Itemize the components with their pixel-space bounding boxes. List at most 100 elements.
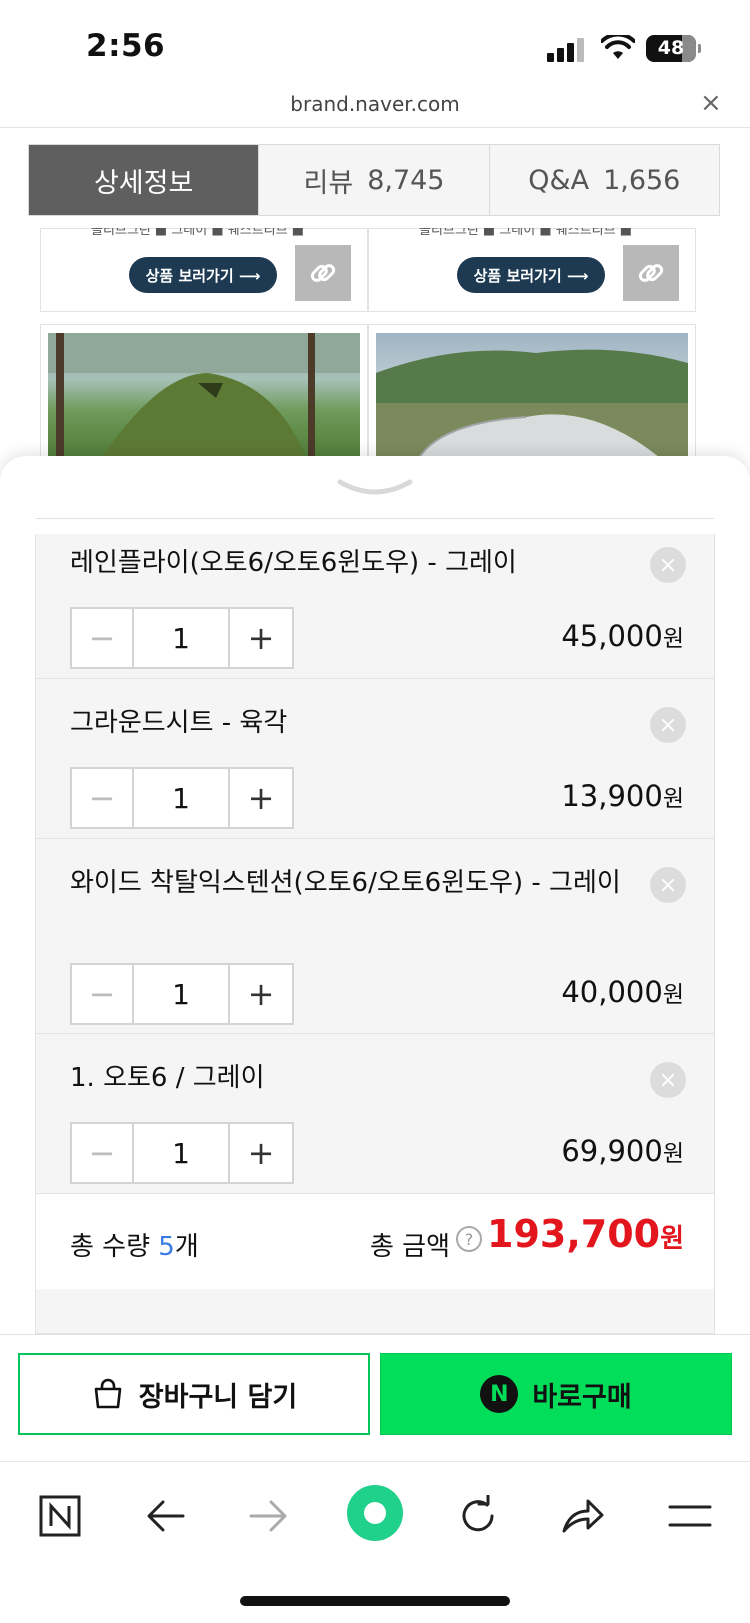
close-icon[interactable]: × (700, 88, 722, 118)
quantity-value[interactable]: 1 (134, 769, 230, 827)
link-icon (310, 264, 336, 282)
quantity-value[interactable]: 1 (134, 1124, 230, 1182)
option-item: 1. 오토6 / 그레이 × − 1 + 69,900원 (36, 1033, 714, 1193)
product-card: 올리브그린 ■ 그레이 ■ 웨스트리브 ■ 상품 보러가기 ⟶ (368, 228, 696, 312)
total-amount-value: 193,700 (487, 1212, 661, 1256)
increase-button[interactable]: + (230, 965, 292, 1023)
total-amount-label: 총 금액 (370, 1232, 451, 1262)
currency-unit: 원 (662, 626, 684, 652)
url-text[interactable]: brand.naver.com (0, 92, 750, 116)
color-legend: 올리브그린 ■ 그레이 ■ 웨스트리브 ■ (91, 228, 304, 238)
currency-unit: 원 (662, 982, 684, 1008)
total-amount: 193,700원 (487, 1212, 684, 1256)
decrease-button[interactable]: − (72, 965, 134, 1023)
buy-now-button[interactable]: N 바로구매 (380, 1353, 732, 1435)
add-to-cart-label: 장바구니 담기 (138, 1381, 298, 1413)
price-value: 13,900 (561, 779, 663, 813)
remove-option-button[interactable]: × (650, 547, 686, 583)
quantity-stepper: − 1 + (70, 767, 294, 829)
decrease-button[interactable]: − (72, 1124, 134, 1182)
price-value: 45,000 (561, 619, 663, 653)
green-dot-icon[interactable] (346, 1484, 404, 1542)
total-quantity-unit: 개 (174, 1232, 199, 1262)
tent-photo (48, 333, 360, 458)
go-to-product-button[interactable]: 상품 보러가기 ⟶ (129, 257, 277, 293)
order-summary: 총 수량 5개 총 금액 ? 193,700원 (36, 1193, 714, 1289)
option-item: 그라운드시트 - 육각 × − 1 + 13,900원 (36, 678, 714, 838)
url-bar: brand.naver.com × (0, 88, 750, 128)
detail-tabs: 상세정보 리뷰 8,745 Q&A 1,656 (28, 144, 720, 216)
remove-option-button[interactable]: × (650, 1062, 686, 1098)
tab-count: 1,656 (603, 164, 681, 196)
tab-label: 상세정보 (93, 167, 194, 199)
option-name: 1. 오토6 / 그레이 (70, 1063, 265, 1093)
n-home-icon[interactable] (32, 1488, 88, 1544)
status-time: 2:56 (86, 28, 166, 64)
currency-unit: 원 (660, 1224, 684, 1254)
go-to-product-button[interactable]: 상품 보러가기 ⟶ (457, 257, 605, 293)
browser-bottom-nav (0, 1461, 750, 1623)
tab-count: 8,745 (367, 164, 445, 196)
home-indicator (240, 1596, 510, 1606)
option-price: 69,900원 (561, 1134, 684, 1168)
total-quantity-label: 총 수량 (70, 1232, 159, 1262)
purchase-actions: 장바구니 담기 N 바로구매 (0, 1334, 750, 1462)
product-image-card[interactable] (368, 324, 696, 458)
tab-details[interactable]: 상세정보 (29, 145, 259, 215)
option-price: 40,000원 (561, 975, 684, 1009)
tab-qna[interactable]: Q&A 1,656 (488, 145, 719, 215)
help-icon[interactable]: ? (456, 1226, 482, 1252)
option-price: 45,000원 (561, 619, 684, 653)
reload-icon[interactable] (450, 1488, 506, 1544)
product-image-card[interactable] (40, 324, 368, 458)
remove-option-button[interactable]: × (650, 867, 686, 903)
signal-icon (547, 38, 585, 62)
link-icon (638, 264, 664, 282)
tab-reviews[interactable]: 리뷰 8,745 (258, 145, 489, 215)
link-button[interactable] (623, 245, 679, 301)
purchase-sheet: 레인플라이(오토6/오토6윈도우) - 그레이 × − 1 + 45,000원 … (0, 456, 750, 1623)
option-price: 13,900원 (561, 779, 684, 813)
remove-option-button[interactable]: × (650, 707, 686, 743)
increase-button[interactable]: + (230, 1124, 292, 1182)
product-card: 올리브그린 ■ 그레이 ■ 웨스트리브 ■ 상품 보러가기 ⟶ (40, 228, 368, 312)
increase-button[interactable]: + (230, 609, 292, 667)
increase-button[interactable]: + (230, 769, 292, 827)
quantity-stepper: − 1 + (70, 963, 294, 1025)
decrease-button[interactable]: − (72, 609, 134, 667)
color-legend: 올리브그린 ■ 그레이 ■ 웨스트리브 ■ (419, 228, 632, 238)
option-name: 그라운드시트 - 육각 (70, 708, 288, 738)
naver-pay-icon: N (480, 1375, 519, 1413)
total-quantity: 총 수량 5개 (70, 1226, 199, 1263)
option-item: 레인플라이(오토6/오토6윈도우) - 그레이 × − 1 + 45,000원 (36, 518, 714, 678)
option-name: 와이드 착탈익스텐션(오토6/오토6윈도우) - 그레이 (70, 868, 621, 898)
battery-level: 48 (657, 37, 685, 59)
quantity-value[interactable]: 1 (134, 609, 230, 667)
link-button[interactable] (295, 245, 351, 301)
price-value: 69,900 (561, 1134, 663, 1168)
option-name: 레인플라이(오토6/오토6윈도우) - 그레이 (70, 548, 517, 578)
currency-unit: 원 (662, 1141, 684, 1167)
decrease-button[interactable]: − (72, 769, 134, 827)
tab-label: 리뷰 (303, 167, 354, 199)
collapse-chevron-icon[interactable] (336, 476, 414, 500)
shopping-bag-icon (94, 1378, 122, 1409)
add-to-cart-button[interactable]: 장바구니 담기 (18, 1353, 370, 1435)
menu-icon[interactable] (662, 1488, 718, 1544)
wifi-icon (601, 35, 635, 59)
forward-arrow-icon[interactable] (240, 1488, 296, 1544)
battery-icon: 48 (646, 35, 696, 62)
buy-now-label: 바로구매 (532, 1381, 632, 1413)
back-arrow-icon[interactable] (138, 1488, 194, 1544)
quantity-value[interactable]: 1 (134, 965, 230, 1023)
share-icon[interactable] (554, 1488, 610, 1544)
quantity-stepper: − 1 + (70, 1122, 294, 1184)
currency-unit: 원 (662, 786, 684, 812)
selected-options-list: 레인플라이(오토6/오토6윈도우) - 그레이 × − 1 + 45,000원 … (35, 518, 715, 1334)
option-item: 와이드 착탈익스텐션(오토6/오토6윈도우) - 그레이 × − 1 + 40,… (36, 838, 714, 1033)
total-quantity-value: 5 (158, 1232, 175, 1262)
product-cards-background: 올리브그린 ■ 그레이 ■ 웨스트리브 ■ 상품 보러가기 ⟶ 올리브그린 ■ … (0, 228, 750, 458)
status-bar: 2:56 48 (0, 0, 750, 92)
price-value: 40,000 (561, 975, 663, 1009)
tent-photo (376, 333, 688, 458)
